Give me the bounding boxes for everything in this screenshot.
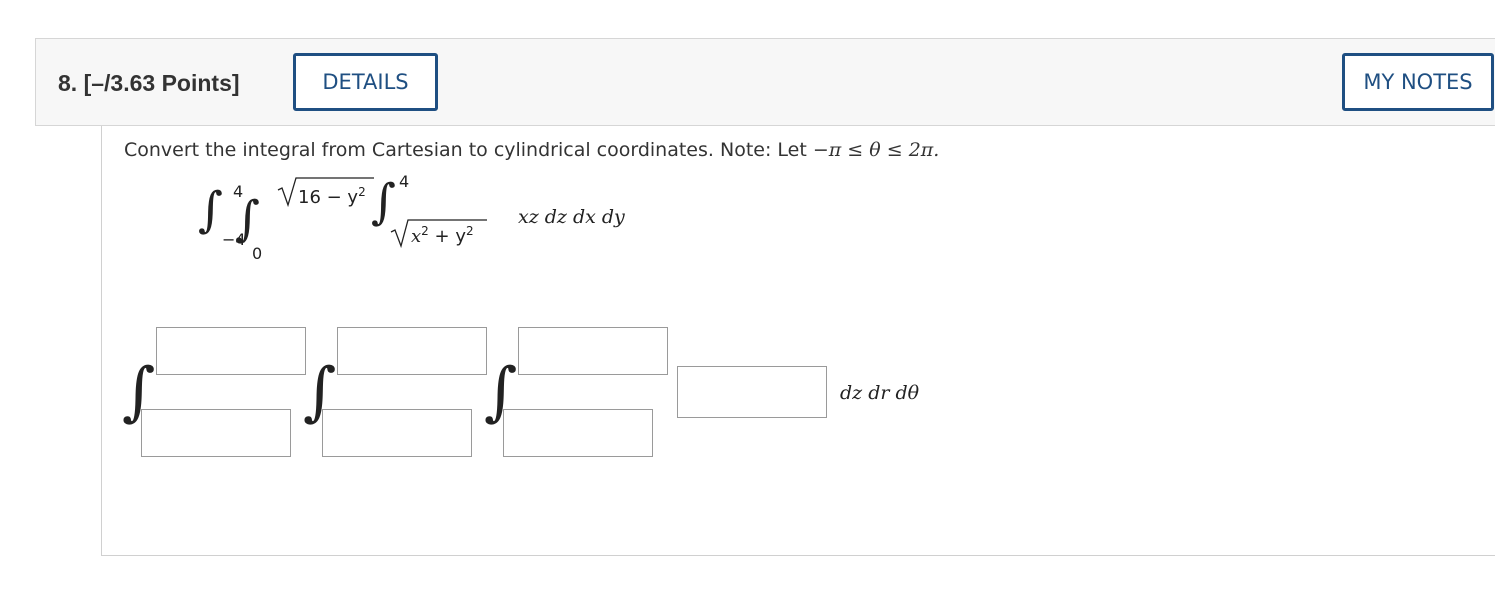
details-button[interactable]: DETAILS: [293, 53, 438, 111]
question-number: 8. [–/3.63 Points]: [58, 70, 240, 97]
middle-upper-input[interactable]: [337, 327, 487, 375]
inner-lower-x: x: [411, 226, 422, 247]
inner-upper-limit: 4: [399, 172, 410, 191]
integral-sign-outer: ∫: [198, 182, 224, 238]
question-header: 8. [–/3.63 Points] DETAILS MY NOTES: [35, 38, 1495, 126]
question-points: [–/3.63 Points]: [83, 70, 240, 96]
middle-lower-limit: 0: [252, 244, 263, 263]
middle-upper-limit: 16 − y2: [298, 186, 366, 207]
outer-upper-input[interactable]: [156, 327, 306, 375]
integrand-input[interactable]: [677, 366, 827, 418]
integral-sign-middle: ∫: [235, 191, 261, 247]
inner-upper-input[interactable]: [518, 327, 668, 375]
inner-lower-limit: x2 + y2: [411, 225, 474, 246]
inner-lower-input[interactable]: [503, 409, 653, 457]
inner-lower-mid: + y: [428, 226, 466, 247]
theta-condition: −π ≤ θ ≤ 2π.: [812, 139, 940, 161]
inner-lower-exp1: 2: [421, 224, 429, 238]
my-notes-button[interactable]: MY NOTES: [1342, 53, 1494, 111]
middle-upper-exp: 2: [358, 185, 366, 199]
middle-lower-input[interactable]: [322, 409, 472, 457]
inner-lower-exp2: 2: [465, 224, 474, 238]
outer-lower-input[interactable]: [141, 409, 291, 457]
question-prompt: Convert the integral from Cartesian to c…: [124, 139, 939, 161]
question-index: 8.: [58, 70, 78, 96]
answer-differentials: dz dr dθ: [840, 382, 920, 404]
given-integrand: xz dz dx dy: [518, 206, 625, 228]
middle-upper-base: 16 − y: [298, 187, 359, 208]
prompt-text: Convert the integral from Cartesian to c…: [124, 139, 807, 161]
